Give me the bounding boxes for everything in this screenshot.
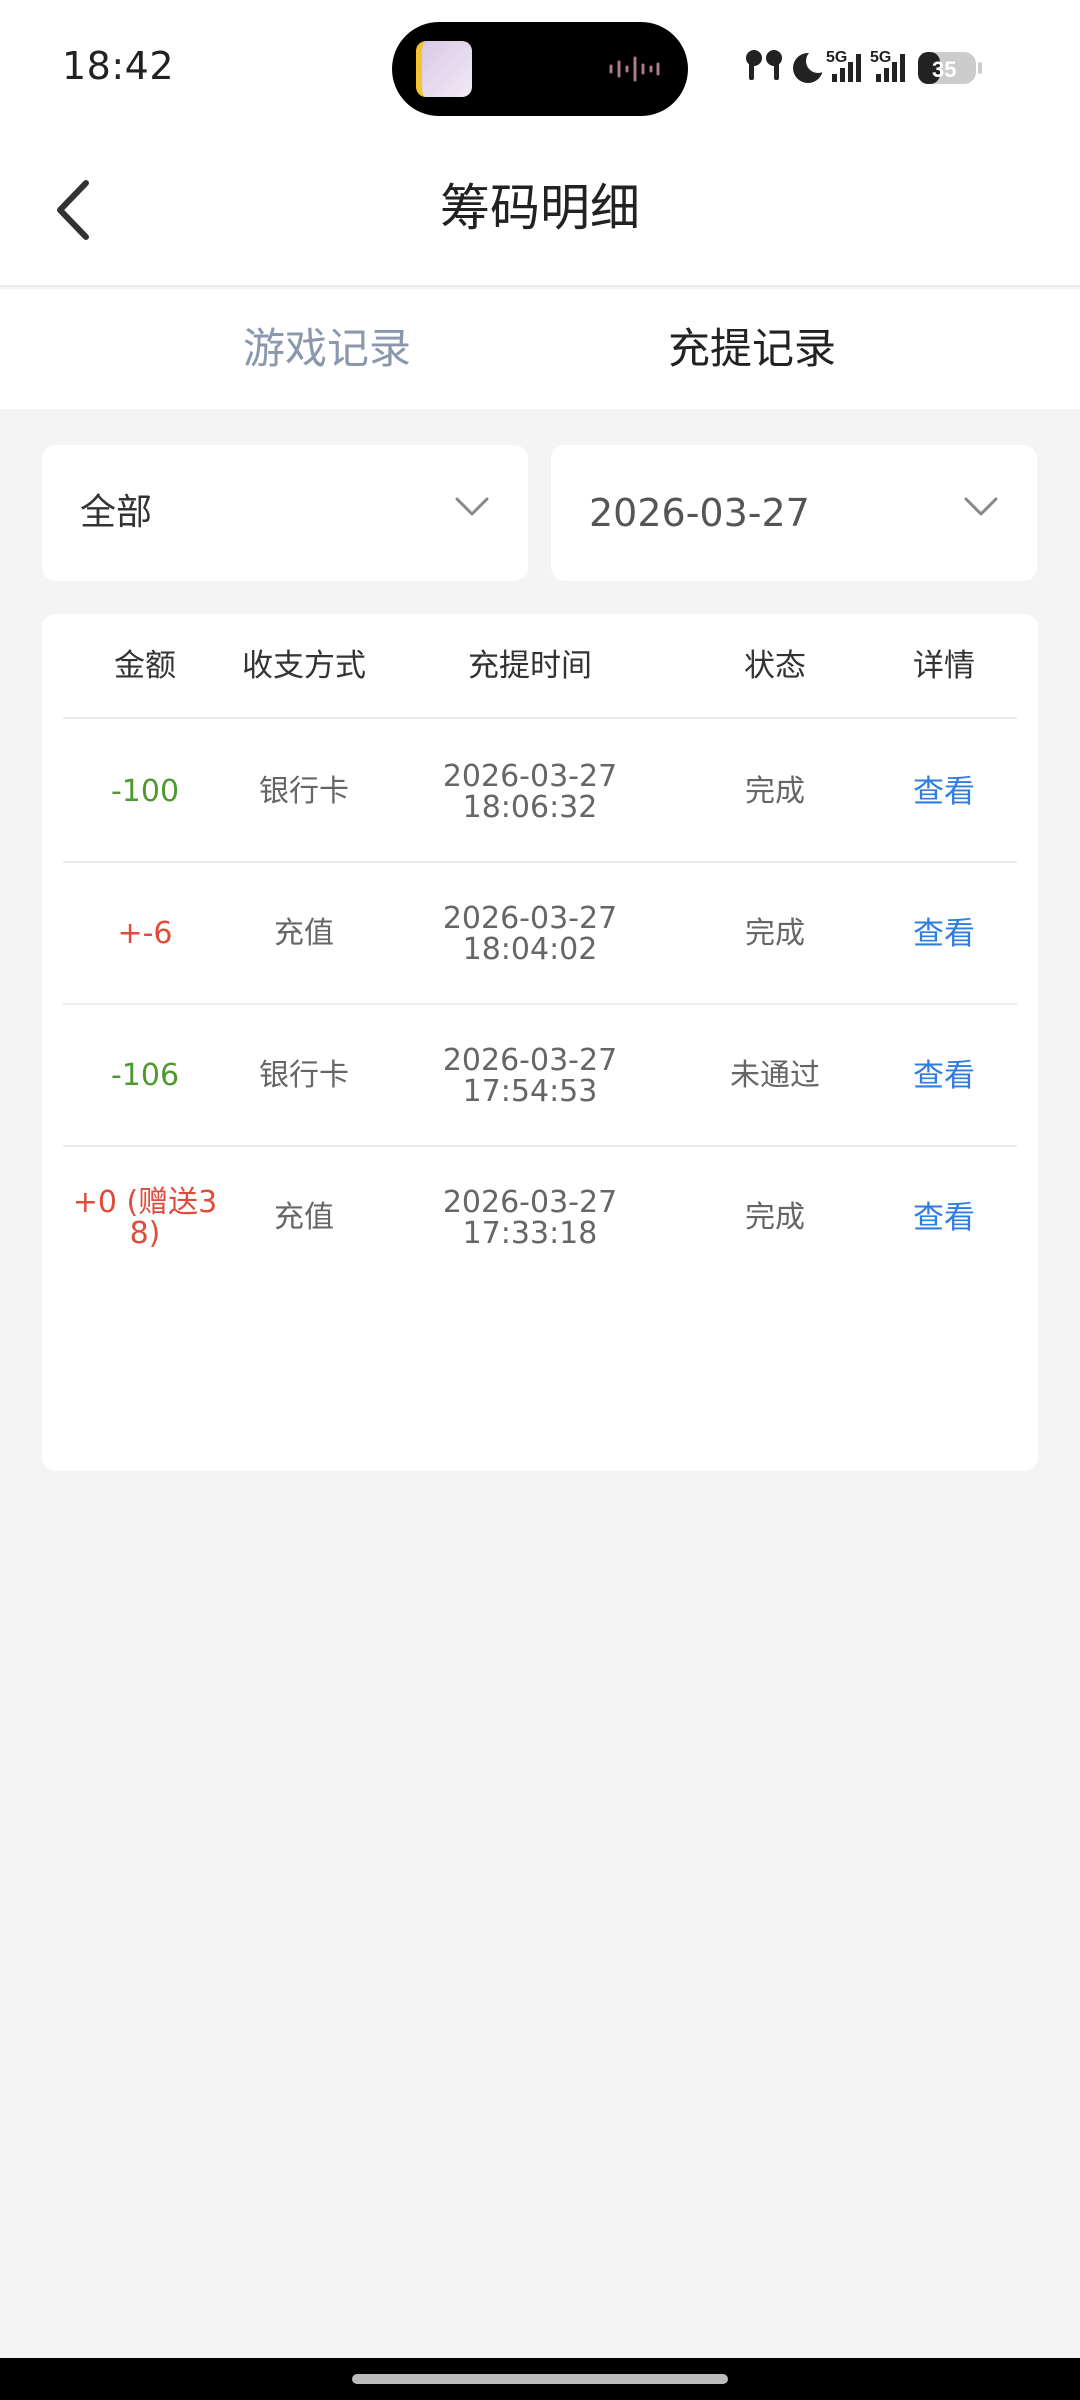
row-method: 充值 (274, 1200, 334, 1236)
column-header-amount: 金额 (114, 648, 176, 684)
view-detail-link[interactable]: 查看 (871, 1005, 1017, 1147)
row-amount: -106 (110, 1058, 180, 1094)
signal-5g-icon-1: 5G (826, 49, 861, 82)
table-row: -100 银行卡 2026-03-27 18:06:32 完成 查看 (63, 721, 1017, 863)
tab-game-records[interactable]: 游戏记录 (197, 289, 457, 409)
header: 筹码明细 (0, 135, 1080, 287)
table-row: +0 (赠送3 8) 充值 2026-03-27 17:33:18 完成 查看 (63, 1147, 1017, 1289)
media-thumbnail-icon (416, 41, 472, 97)
tab-bar: 游戏记录 充提记录 (0, 289, 1080, 409)
column-header-time: 充提时间 (468, 648, 592, 684)
row-method: 充值 (274, 916, 334, 952)
row-time: 2026-03-27 18:06:32 (442, 758, 618, 825)
home-indicator[interactable] (352, 2374, 728, 2384)
type-filter-value: 全部 (80, 492, 153, 533)
row-status: 未通过 (730, 1058, 820, 1094)
row-method: 银行卡 (259, 774, 349, 810)
table-header: 金额 收支方式 充提时间 状态 详情 (63, 614, 1017, 719)
row-amount: +0 (赠送3 8) (72, 1184, 218, 1251)
table-row: -106 银行卡 2026-03-27 17:54:53 未通过 查看 (63, 1005, 1017, 1147)
chevron-down-icon (964, 497, 998, 516)
svg-text:35: 35 (932, 57, 956, 82)
date-filter-value: 2026-03-27 (589, 491, 810, 535)
status-bar: 18:42 5G 5G 35 (0, 0, 1080, 135)
view-detail-link[interactable]: 查看 (871, 721, 1017, 863)
dynamic-island[interactable] (392, 22, 688, 116)
view-detail-link[interactable]: 查看 (871, 1147, 1017, 1289)
audio-waveform-icon (609, 56, 660, 82)
column-header-detail: 详情 (913, 648, 975, 684)
type-filter-dropdown[interactable]: 全部 (42, 445, 528, 581)
row-status: 完成 (745, 1200, 805, 1236)
row-time: 2026-03-27 17:54:53 (442, 1042, 618, 1109)
system-navigation-bar (0, 2358, 1080, 2400)
page-title: 筹码明细 (440, 179, 640, 237)
date-filter-dropdown[interactable]: 2026-03-27 (551, 445, 1037, 581)
battery-icon: 35 (918, 52, 982, 84)
records-table: 金额 收支方式 充提时间 状态 详情 -100 银行卡 2026-03-27 1… (42, 614, 1038, 1471)
tab-deposit-withdraw-records[interactable]: 充提记录 (622, 289, 882, 409)
moon-icon (793, 49, 830, 83)
status-time: 18:42 (62, 44, 175, 88)
row-amount: +-6 (117, 916, 173, 952)
chevron-down-icon (455, 497, 489, 516)
svg-text:5G: 5G (826, 49, 847, 66)
earbuds-icon (746, 50, 782, 80)
signal-5g-icon-2: 5G (870, 49, 905, 82)
row-time: 2026-03-27 18:04:02 (442, 900, 618, 967)
row-status: 完成 (745, 916, 805, 952)
table-row: +-6 充值 2026-03-27 18:04:02 完成 查看 (63, 863, 1017, 1005)
column-header-method: 收支方式 (242, 648, 366, 684)
row-status: 完成 (745, 774, 805, 810)
view-detail-link[interactable]: 查看 (871, 863, 1017, 1005)
row-time: 2026-03-27 17:33:18 (442, 1184, 618, 1251)
row-amount: -100 (110, 774, 180, 810)
row-method: 银行卡 (259, 1058, 349, 1094)
svg-text:5G: 5G (870, 49, 891, 66)
status-icons: 5G 5G 35 (746, 49, 982, 84)
column-header-status: 状态 (744, 648, 806, 684)
